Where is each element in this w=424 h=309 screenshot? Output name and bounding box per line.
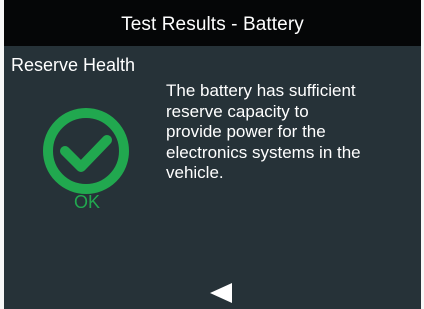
left-screen-edge (0, 0, 4, 309)
page-title: Test Results - Battery (121, 14, 304, 35)
status-ok-text: OK (73, 192, 100, 212)
checkmark-circle-icon (43, 108, 129, 194)
reserve-health-label: Reserve Health (11, 55, 136, 75)
battery-test-screen: Test Results - Battery Reserve Health OK… (0, 0, 424, 309)
back-button[interactable] (207, 282, 233, 304)
title-bar: Test Results - Battery (4, 0, 421, 46)
left-triangle-icon (210, 283, 232, 303)
result-message: The battery has sufficient reserve capac… (166, 81, 361, 182)
